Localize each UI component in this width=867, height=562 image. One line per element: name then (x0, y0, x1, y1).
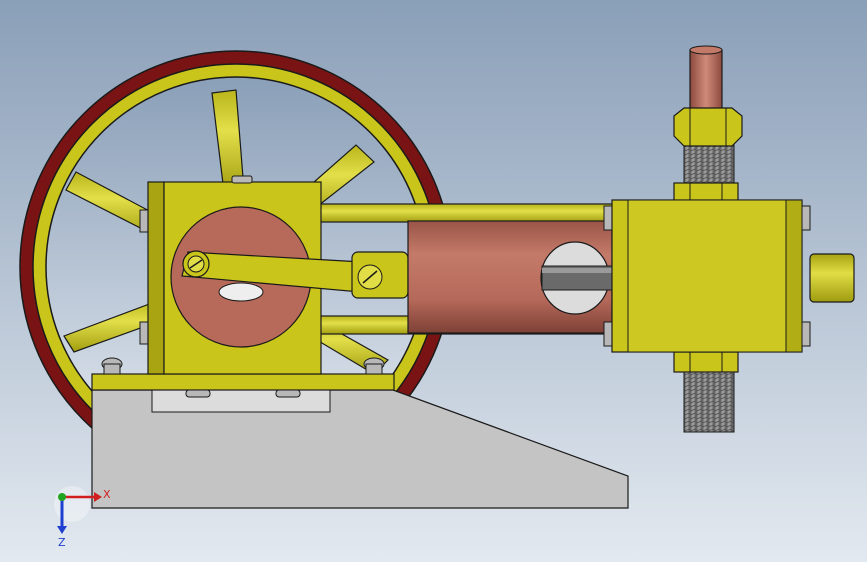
outlet-pipe (809, 253, 855, 303)
cylinder[interactable] (407, 220, 613, 334)
base-recess (151, 389, 331, 413)
graphics-viewport[interactable]: X Z (0, 0, 867, 562)
x-axis-label: X (103, 488, 111, 501)
z-axis-label: Z (58, 536, 66, 549)
upper-hex-nut (673, 107, 743, 147)
steam-pipe (689, 49, 723, 117)
lower-thread (683, 371, 735, 433)
model-canvas[interactable]: X Z (0, 0, 867, 562)
